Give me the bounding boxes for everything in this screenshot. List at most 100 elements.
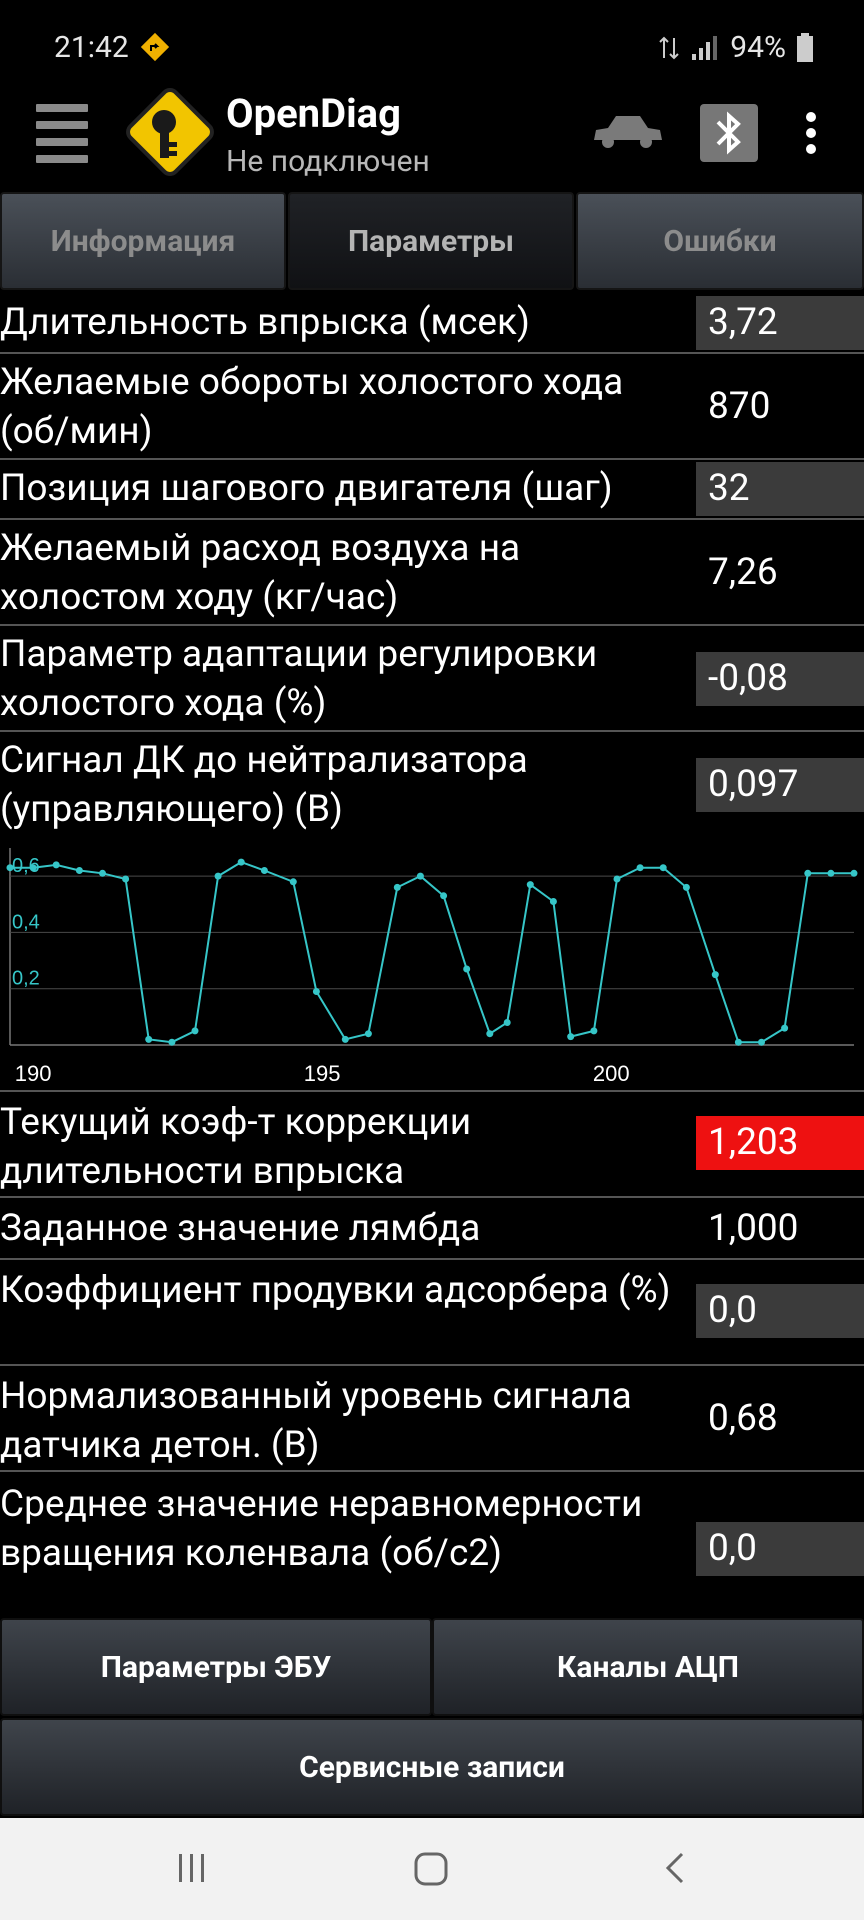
chart-point bbox=[526, 881, 534, 889]
chart-point bbox=[416, 872, 424, 880]
chart-point bbox=[341, 1035, 349, 1043]
param-value: 870 bbox=[708, 385, 771, 428]
recent-apps-icon[interactable] bbox=[174, 1850, 210, 1886]
chart-grid bbox=[9, 848, 854, 1046]
param-row[interactable]: Длительность впрыска (мсек) 3,72 bbox=[0, 294, 864, 354]
param-label: Параметр адаптации регулировки холостого… bbox=[0, 633, 598, 725]
chart-point bbox=[312, 988, 320, 995]
status-bar: 21:42 94% bbox=[0, 0, 864, 94]
chart-point bbox=[486, 1030, 494, 1038]
param-value: 1,000 bbox=[708, 1207, 799, 1250]
app-title: OpenDiag bbox=[226, 90, 401, 137]
param-value: 0,0 bbox=[696, 1284, 864, 1338]
chart-point bbox=[260, 867, 268, 874]
tab-parameters[interactable]: Параметры bbox=[288, 192, 574, 290]
data-transfer-icon bbox=[659, 36, 680, 59]
param-row[interactable]: Позиция шагового двигателя (шаг) 32 bbox=[0, 460, 864, 520]
status-icons: 94% bbox=[658, 30, 814, 65]
chart-point bbox=[503, 1019, 511, 1026]
chart-point bbox=[758, 1038, 765, 1046]
navigation-notification-icon bbox=[140, 32, 170, 62]
chart-point bbox=[463, 965, 471, 973]
chart-x-tick-label: 200 bbox=[593, 1061, 630, 1086]
chart-point bbox=[214, 872, 222, 880]
param-value: 0,0 bbox=[696, 1522, 864, 1576]
param-label: Текущий коэф-т коррекции длительности вп… bbox=[0, 1101, 472, 1193]
chart-point bbox=[168, 1038, 176, 1046]
chart-point bbox=[237, 858, 245, 866]
chart-point bbox=[659, 864, 667, 872]
chart-point bbox=[804, 869, 812, 877]
chart-point bbox=[613, 875, 621, 883]
chart-point bbox=[122, 875, 130, 883]
param-value: -0,08 bbox=[696, 652, 864, 706]
menu-icon[interactable] bbox=[36, 104, 88, 163]
chart-point bbox=[827, 869, 835, 877]
chart-point bbox=[711, 971, 719, 979]
param-row[interactable]: Среднее значение неравномерности вращени… bbox=[0, 1472, 864, 1618]
param-value: 0,68 bbox=[708, 1397, 778, 1440]
ecu-params-button[interactable]: Параметры ЭБУ bbox=[0, 1618, 432, 1716]
chart-point bbox=[75, 867, 83, 874]
chart-series-line bbox=[10, 860, 854, 1044]
param-row[interactable]: Параметр адаптации регулировки холостого… bbox=[0, 626, 864, 732]
chart-point bbox=[567, 1033, 575, 1041]
chart-point bbox=[549, 898, 557, 905]
param-label: Нормализованный уровень сигнала датчика … bbox=[0, 1375, 632, 1467]
param-label: Заданное значение лямбда bbox=[0, 1207, 481, 1250]
car-icon[interactable] bbox=[590, 110, 664, 150]
param-label: Коэффициент продувки адсорбера (%) bbox=[0, 1269, 671, 1312]
param-row[interactable]: Коэффициент продувки адсорбера (%) 0,0 bbox=[0, 1260, 864, 1366]
param-value: 7,26 bbox=[708, 551, 778, 594]
service-records-button[interactable]: Сервисные записи bbox=[0, 1718, 864, 1816]
chart-point bbox=[6, 864, 14, 872]
chart-point bbox=[734, 1038, 742, 1046]
chart-point bbox=[289, 878, 297, 886]
status-time: 21:42 bbox=[54, 30, 129, 65]
param-row[interactable]: Желаемые обороты холостого хода (об/мин)… bbox=[0, 354, 864, 460]
adc-channels-button[interactable]: Каналы АЦП bbox=[432, 1618, 864, 1716]
chart-point bbox=[99, 869, 106, 877]
battery-percent: 94% bbox=[730, 30, 786, 65]
chart-y-tick-label: 0,4 bbox=[12, 911, 40, 933]
home-icon[interactable] bbox=[412, 1850, 452, 1890]
param-value-alert: 1,203 bbox=[696, 1116, 864, 1170]
chart-x-tick-label: 190 bbox=[15, 1061, 52, 1086]
param-label: Позиция шагового двигателя (шаг) bbox=[0, 467, 613, 510]
chart-point bbox=[636, 864, 644, 872]
tab-errors[interactable]: Ошибки bbox=[576, 192, 864, 290]
overflow-menu-icon[interactable] bbox=[804, 112, 818, 158]
app-logo-icon bbox=[126, 88, 214, 176]
param-value: 3,72 bbox=[696, 296, 864, 350]
chart-point bbox=[440, 892, 448, 900]
chart-point bbox=[364, 1030, 372, 1038]
chart-y-tick-label: 0,2 bbox=[12, 968, 40, 990]
param-label: Среднее значение неравномерности вращени… bbox=[0, 1483, 643, 1575]
chart-point bbox=[781, 1024, 789, 1032]
param-label: Длительность впрыска (мсек) bbox=[0, 301, 530, 344]
chart-point bbox=[590, 1027, 598, 1035]
chart-point bbox=[145, 1035, 153, 1043]
param-label: Сигнал ДК до нейтрализатора (управляющег… bbox=[0, 739, 528, 831]
chart-point bbox=[850, 869, 858, 877]
signal-chart: 0,20,40,6190 195 200 bbox=[6, 848, 858, 1086]
chart-point bbox=[682, 883, 690, 891]
connection-status: Не подключен bbox=[226, 144, 430, 179]
param-row[interactable]: Текущий коэф-т коррекции длительности вп… bbox=[0, 1092, 864, 1198]
chart-point bbox=[393, 883, 401, 891]
signal-icon bbox=[692, 35, 718, 60]
chart-point bbox=[52, 861, 60, 869]
chart-x-tick-label: 195 bbox=[304, 1061, 341, 1086]
chart-point bbox=[191, 1027, 199, 1035]
tab-information[interactable]: Информация bbox=[0, 192, 286, 290]
back-icon[interactable] bbox=[660, 1850, 690, 1886]
bluetooth-icon[interactable] bbox=[700, 104, 758, 162]
param-label: Желаемый расход воздуха на холостом ходу… bbox=[0, 527, 521, 619]
battery-icon bbox=[797, 32, 813, 62]
param-row[interactable]: Заданное значение лямбда 1,000 bbox=[0, 1198, 864, 1260]
param-row[interactable]: Нормализованный уровень сигнала датчика … bbox=[0, 1366, 864, 1472]
param-label: Желаемые обороты холостого хода (об/мин) bbox=[0, 361, 624, 453]
system-nav-bar bbox=[0, 1818, 864, 1920]
param-row[interactable]: Желаемый расход воздуха на холостом ходу… bbox=[0, 520, 864, 626]
param-value: 32 bbox=[696, 462, 864, 516]
